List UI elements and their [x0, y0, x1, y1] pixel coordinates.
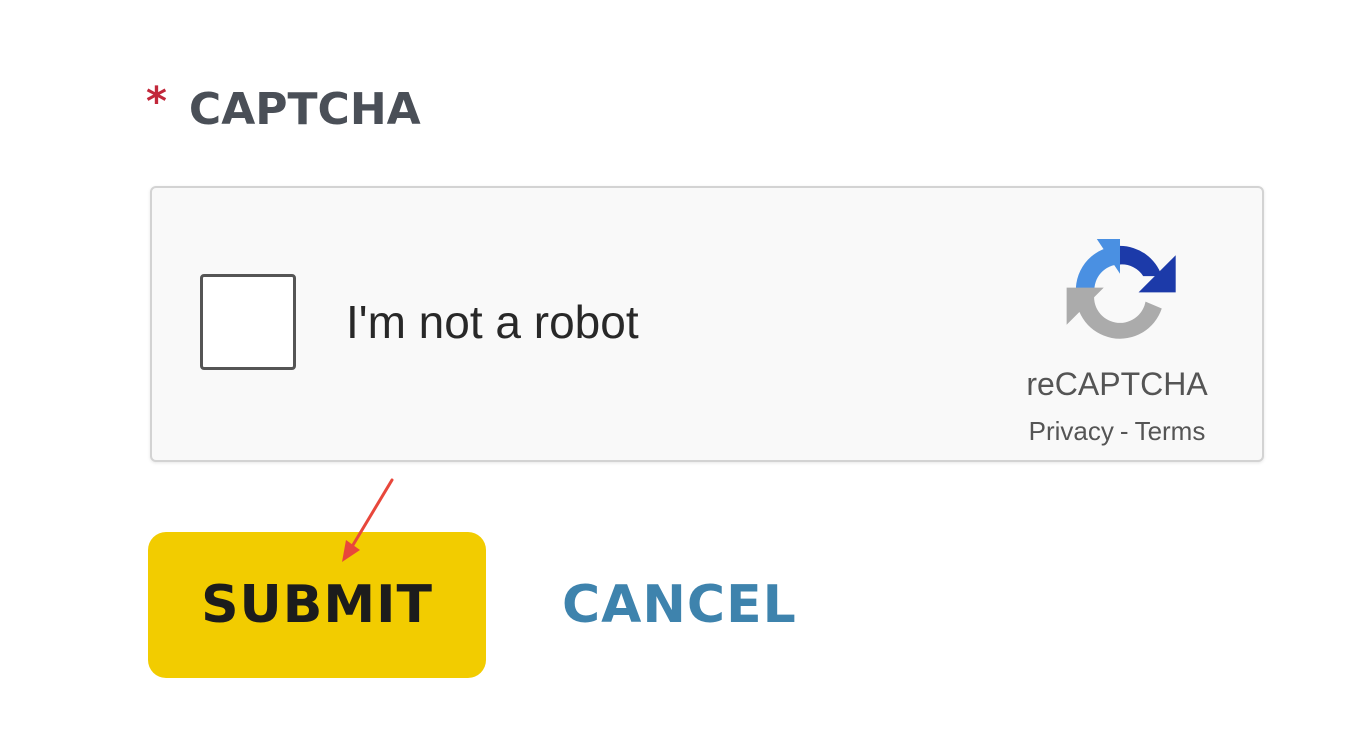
links-separator: -	[1119, 416, 1129, 446]
annotation-arrow-icon	[342, 478, 394, 562]
submit-button[interactable]: SUBMIT	[148, 532, 486, 678]
not-a-robot-label: I'm not a robot	[346, 296, 639, 348]
not-a-robot-checkbox[interactable]	[200, 274, 296, 370]
privacy-link[interactable]: Privacy	[1029, 416, 1114, 446]
recaptcha-widget: I'm not a robot reCAPTCHA Privacy - Terms	[150, 186, 1264, 462]
terms-link[interactable]: Terms	[1135, 416, 1206, 446]
required-asterisk: *	[146, 79, 167, 125]
recaptcha-logo-icon	[1066, 238, 1176, 339]
recaptcha-branding: reCAPTCHA Privacy - Terms	[1002, 224, 1232, 454]
cancel-button[interactable]: CANCEL	[562, 532, 797, 678]
recaptcha-brand-name: reCAPTCHA	[1026, 366, 1208, 402]
captcha-label: CAPTCHA	[188, 84, 421, 135]
captcha-field-label: * CAPTCHA	[146, 80, 421, 140]
recaptcha-links: Privacy - Terms	[1002, 416, 1232, 446]
